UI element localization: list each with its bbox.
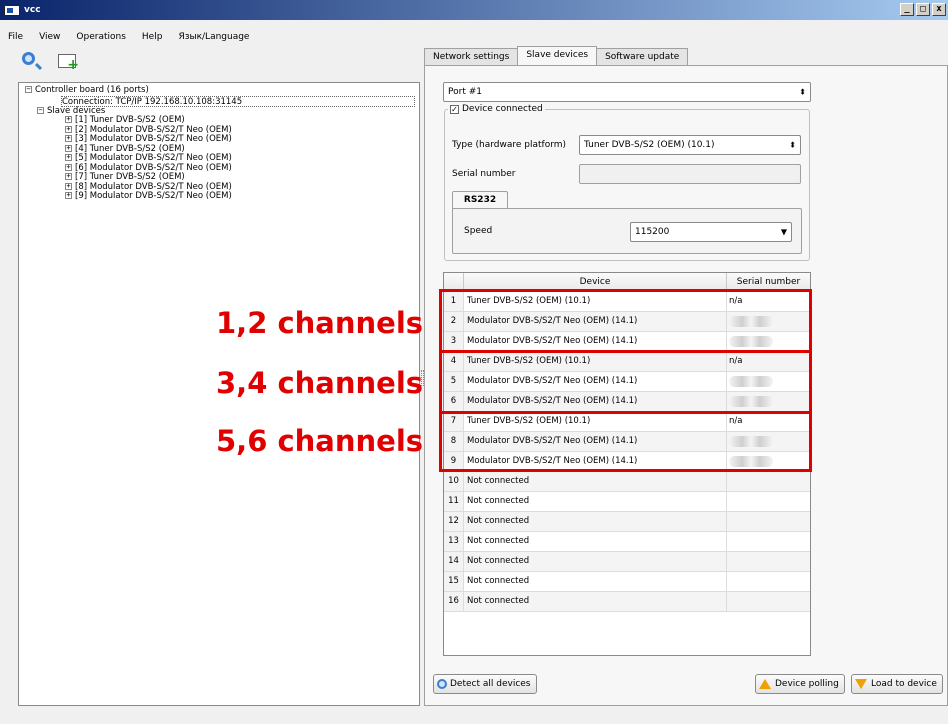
search-icon: [437, 679, 447, 689]
menu-operations[interactable]: Operations: [68, 32, 133, 42]
annotation-channels-1-2: 1,2 channels: [216, 306, 424, 340]
check-icon: ✓: [450, 104, 459, 114]
menu-language[interactable]: Язык/Language: [170, 32, 257, 42]
arrow-up-icon: [759, 679, 771, 689]
tree-connection[interactable]: Connection: TCP/IP 192.168.10.108:31145: [61, 95, 415, 107]
tab-network-settings[interactable]: Network settings: [424, 48, 519, 66]
close-button[interactable]: x: [932, 3, 946, 16]
add-device-button[interactable]: [56, 50, 79, 73]
minimize-button[interactable]: _: [900, 3, 914, 16]
expand-icon[interactable]: +: [65, 173, 72, 180]
expand-icon[interactable]: +: [65, 116, 72, 123]
port-select[interactable]: Port #1 ⬍: [443, 82, 811, 102]
expand-icon[interactable]: +: [65, 192, 72, 199]
app-icon: [4, 4, 20, 16]
annotation-channels-5-6: 5,6 channels: [216, 424, 424, 458]
expand-icon[interactable]: +: [65, 163, 72, 171]
table-row[interactable]: 13 Not connected: [444, 532, 810, 552]
tab-software-update[interactable]: Software update: [596, 48, 689, 66]
expand-icon[interactable]: +: [65, 182, 72, 190]
menu-bar: File View Operations Help Язык/Language: [0, 28, 257, 46]
expand-icon[interactable]: +: [65, 154, 72, 161]
tree-item[interactable]: + [9] Modulator DVB-S/S2/T Neo (OEM): [65, 191, 419, 202]
speed-select[interactable]: 115200 ▼: [630, 222, 792, 242]
tab-bar: Network settings Slave devices Software …: [424, 46, 689, 66]
type-label: Type (hardware platform): [452, 140, 567, 150]
maximize-button[interactable]: □: [916, 3, 930, 16]
table-row[interactable]: 10 Not connected: [444, 472, 810, 492]
updown-arrow-icon: ⬍: [789, 140, 796, 150]
table-row[interactable]: 16 Not connected: [444, 592, 810, 612]
table-row[interactable]: 14 Not connected: [444, 552, 810, 572]
arrow-down-icon: [855, 679, 867, 689]
collapse-icon[interactable]: −: [25, 86, 32, 93]
speed-label: Speed: [464, 226, 493, 236]
tree-root[interactable]: − Controller board (16 ports): [25, 85, 419, 96]
collapse-icon[interactable]: −: [37, 106, 44, 114]
table-row[interactable]: 12 Not connected: [444, 512, 810, 532]
window-title: vcc: [24, 5, 41, 15]
serial-number-label: Serial number: [452, 169, 516, 179]
table-row[interactable]: 15 Not connected: [444, 572, 810, 592]
channel-group-box-2: [439, 350, 812, 414]
channel-group-box-1: [439, 289, 812, 353]
chevron-down-icon: ▼: [780, 227, 787, 237]
menu-file[interactable]: File: [0, 32, 31, 42]
tab-rs232[interactable]: RS232: [452, 191, 508, 209]
updown-arrow-icon: ⬍: [799, 87, 806, 97]
window-controls: _ □ x: [900, 3, 948, 16]
expand-icon[interactable]: +: [65, 125, 72, 133]
title-bar[interactable]: vcc _ □ x: [0, 0, 948, 20]
device-polling-button[interactable]: Device polling: [755, 674, 845, 694]
search-tool-button[interactable]: [20, 50, 42, 72]
table-row[interactable]: 11 Not connected: [444, 492, 810, 512]
menu-view[interactable]: View: [31, 32, 68, 42]
annotation-channels-3-4: 3,4 channels: [216, 366, 424, 400]
expand-icon[interactable]: +: [65, 144, 72, 152]
toolbar: [20, 50, 79, 73]
type-select[interactable]: Tuner DVB-S/S2 (OEM) (10.1) ⬍: [579, 135, 801, 155]
detect-all-devices-button[interactable]: Detect all devices: [433, 674, 537, 694]
serial-number-field: [579, 164, 801, 184]
channel-group-box-3: [439, 411, 812, 472]
search-icon: [22, 52, 35, 65]
add-window-icon: [58, 54, 79, 73]
tab-slave-devices[interactable]: Slave devices: [517, 46, 598, 66]
load-to-device-button[interactable]: Load to device: [851, 674, 943, 694]
expand-icon[interactable]: +: [65, 135, 72, 142]
device-connected-checkbox[interactable]: ✓ Device connected: [448, 104, 545, 114]
menu-help[interactable]: Help: [134, 32, 171, 42]
